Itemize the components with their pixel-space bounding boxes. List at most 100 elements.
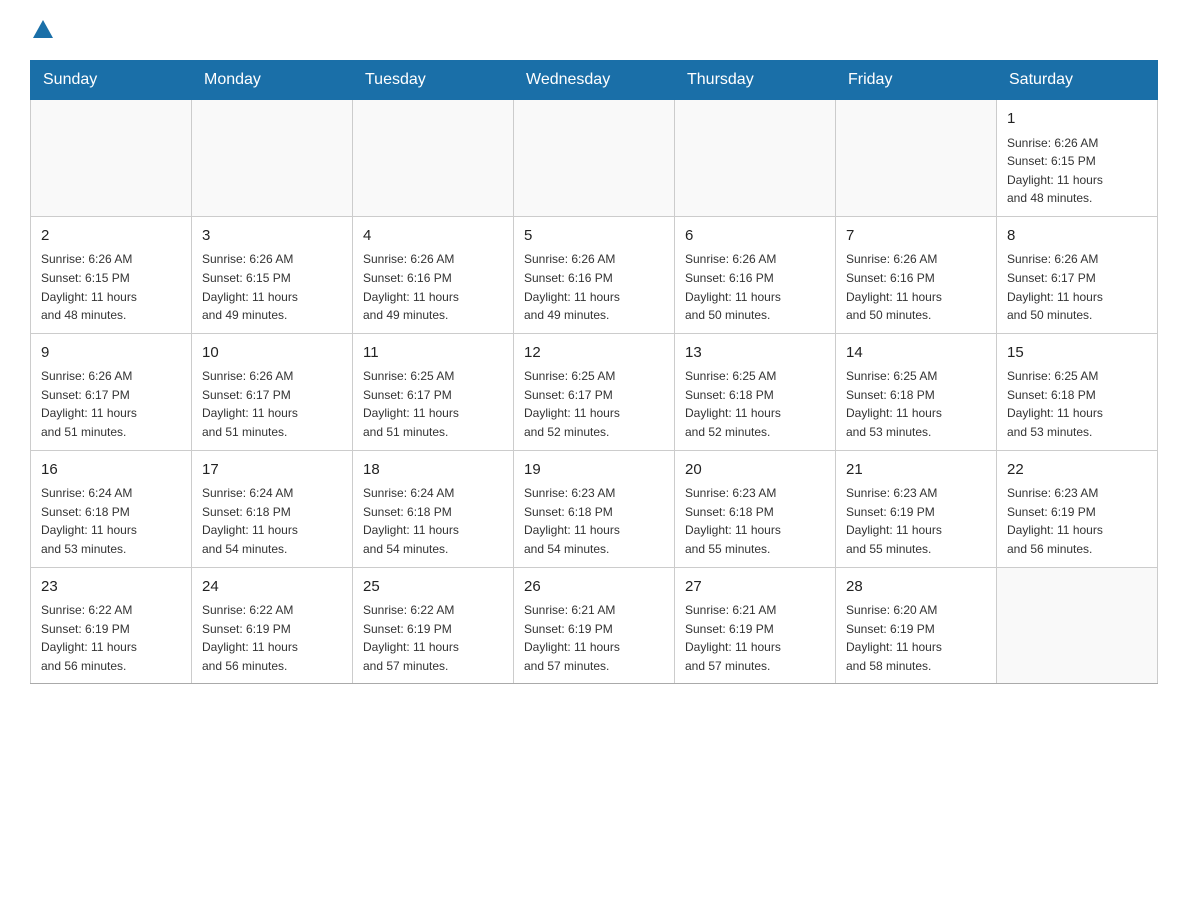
day-number: 12 — [524, 342, 664, 365]
calendar-cell: 11Sunrise: 6:25 AM Sunset: 6:17 PM Dayli… — [353, 333, 514, 450]
calendar-cell: 25Sunrise: 6:22 AM Sunset: 6:19 PM Dayli… — [353, 567, 514, 684]
calendar-header-row: SundayMondayTuesdayWednesdayThursdayFrid… — [31, 61, 1158, 100]
day-number: 25 — [363, 576, 503, 599]
day-of-week-header: Tuesday — [353, 61, 514, 100]
day-info: Sunrise: 6:26 AM Sunset: 6:17 PM Dayligh… — [41, 367, 181, 441]
logo — [30, 20, 55, 40]
day-number: 19 — [524, 459, 664, 482]
day-info: Sunrise: 6:21 AM Sunset: 6:19 PM Dayligh… — [524, 601, 664, 675]
day-number: 28 — [846, 576, 986, 599]
calendar-cell — [836, 100, 997, 217]
day-number: 13 — [685, 342, 825, 365]
day-number: 21 — [846, 459, 986, 482]
day-number: 5 — [524, 225, 664, 248]
day-number: 8 — [1007, 225, 1147, 248]
calendar-cell: 9Sunrise: 6:26 AM Sunset: 6:17 PM Daylig… — [31, 333, 192, 450]
day-info: Sunrise: 6:22 AM Sunset: 6:19 PM Dayligh… — [363, 601, 503, 675]
calendar-cell: 17Sunrise: 6:24 AM Sunset: 6:18 PM Dayli… — [192, 450, 353, 567]
calendar-cell: 16Sunrise: 6:24 AM Sunset: 6:18 PM Dayli… — [31, 450, 192, 567]
calendar-cell — [675, 100, 836, 217]
day-info: Sunrise: 6:26 AM Sunset: 6:16 PM Dayligh… — [363, 250, 503, 324]
day-number: 4 — [363, 225, 503, 248]
calendar-week-row: 1 Sunrise: 6:26 AM Sunset: 6:15 PM Daylig… — [31, 100, 1158, 217]
day-number: 20 — [685, 459, 825, 482]
day-info: Sunrise: 6:20 AM Sunset: 6:19 PM Dayligh… — [846, 601, 986, 675]
day-number: 18 — [363, 459, 503, 482]
day-number: 7 — [846, 225, 986, 248]
calendar-cell: 19Sunrise: 6:23 AM Sunset: 6:18 PM Dayli… — [514, 450, 675, 567]
day-of-week-header: Friday — [836, 61, 997, 100]
day-number: 6 — [685, 225, 825, 248]
day-info: Sunrise: 6:25 AM Sunset: 6:17 PM Dayligh… — [363, 367, 503, 441]
calendar-week-row: 9Sunrise: 6:26 AM Sunset: 6:17 PM Daylig… — [31, 333, 1158, 450]
day-info: Sunrise: 6:24 AM Sunset: 6:18 PM Dayligh… — [202, 484, 342, 558]
day-info: Sunrise: 6:22 AM Sunset: 6:19 PM Dayligh… — [41, 601, 181, 675]
day-info: Sunrise: 6:25 AM Sunset: 6:18 PM Dayligh… — [685, 367, 825, 441]
day-number: 27 — [685, 576, 825, 599]
day-info: Sunrise: 6:23 AM Sunset: 6:19 PM Dayligh… — [1007, 484, 1147, 558]
calendar-cell: 24Sunrise: 6:22 AM Sunset: 6:19 PM Dayli… — [192, 567, 353, 684]
day-number: 23 — [41, 576, 181, 599]
day-info: Sunrise: 6:22 AM Sunset: 6:19 PM Dayligh… — [202, 601, 342, 675]
day-of-week-header: Wednesday — [514, 61, 675, 100]
calendar-cell: 14Sunrise: 6:25 AM Sunset: 6:18 PM Dayli… — [836, 333, 997, 450]
day-info: Sunrise: 6:26 AM Sunset: 6:16 PM Dayligh… — [685, 250, 825, 324]
calendar-cell: 4Sunrise: 6:26 AM Sunset: 6:16 PM Daylig… — [353, 216, 514, 333]
calendar-cell: 15Sunrise: 6:25 AM Sunset: 6:18 PM Dayli… — [997, 333, 1158, 450]
calendar-cell: 8Sunrise: 6:26 AM Sunset: 6:17 PM Daylig… — [997, 216, 1158, 333]
day-number: 2 — [41, 225, 181, 248]
day-info: Sunrise: 6:24 AM Sunset: 6:18 PM Dayligh… — [41, 484, 181, 558]
day-number: 1 — [1007, 108, 1147, 131]
day-info: Sunrise: 6:26 AM Sunset: 6:16 PM Dayligh… — [846, 250, 986, 324]
calendar-cell: 13Sunrise: 6:25 AM Sunset: 6:18 PM Dayli… — [675, 333, 836, 450]
day-number: 15 — [1007, 342, 1147, 365]
day-number: 10 — [202, 342, 342, 365]
day-number: 14 — [846, 342, 986, 365]
calendar-week-row: 16Sunrise: 6:24 AM Sunset: 6:18 PM Dayli… — [31, 450, 1158, 567]
day-number: 16 — [41, 459, 181, 482]
calendar-cell: 20Sunrise: 6:23 AM Sunset: 6:18 PM Dayli… — [675, 450, 836, 567]
calendar-cell — [31, 100, 192, 217]
day-of-week-header: Saturday — [997, 61, 1158, 100]
calendar-cell: 5Sunrise: 6:26 AM Sunset: 6:16 PM Daylig… — [514, 216, 675, 333]
day-number: 22 — [1007, 459, 1147, 482]
calendar-cell — [514, 100, 675, 217]
calendar-cell: 3Sunrise: 6:26 AM Sunset: 6:15 PM Daylig… — [192, 216, 353, 333]
day-of-week-header: Monday — [192, 61, 353, 100]
day-info: Sunrise: 6:26 AM Sunset: 6:16 PM Dayligh… — [524, 250, 664, 324]
day-info: Sunrise: 6:23 AM Sunset: 6:18 PM Dayligh… — [685, 484, 825, 558]
logo-triangle-icon — [33, 20, 53, 38]
day-of-week-header: Sunday — [31, 61, 192, 100]
calendar-cell — [997, 567, 1158, 684]
day-number: 9 — [41, 342, 181, 365]
day-number: 17 — [202, 459, 342, 482]
day-number: 24 — [202, 576, 342, 599]
calendar-cell: 1 Sunrise: 6:26 AM Sunset: 6:15 PM Daylig… — [997, 100, 1158, 217]
day-info: Sunrise: 6:26 AM Sunset: 6:15 PM Dayligh… — [41, 250, 181, 324]
calendar-cell: 12Sunrise: 6:25 AM Sunset: 6:17 PM Dayli… — [514, 333, 675, 450]
calendar-cell: 21Sunrise: 6:23 AM Sunset: 6:19 PM Dayli… — [836, 450, 997, 567]
calendar-cell: 10Sunrise: 6:26 AM Sunset: 6:17 PM Dayli… — [192, 333, 353, 450]
calendar-cell — [192, 100, 353, 217]
calendar-cell: 23Sunrise: 6:22 AM Sunset: 6:19 PM Dayli… — [31, 567, 192, 684]
day-info: Sunrise: 6:26 AM Sunset: 6:15 PM Dayligh… — [1007, 134, 1147, 208]
calendar-cell: 7Sunrise: 6:26 AM Sunset: 6:16 PM Daylig… — [836, 216, 997, 333]
day-info: Sunrise: 6:26 AM Sunset: 6:17 PM Dayligh… — [202, 367, 342, 441]
day-info: Sunrise: 6:25 AM Sunset: 6:17 PM Dayligh… — [524, 367, 664, 441]
calendar-week-row: 23Sunrise: 6:22 AM Sunset: 6:19 PM Dayli… — [31, 567, 1158, 684]
day-info: Sunrise: 6:26 AM Sunset: 6:15 PM Dayligh… — [202, 250, 342, 324]
day-number: 11 — [363, 342, 503, 365]
calendar-table: SundayMondayTuesdayWednesdayThursdayFrid… — [30, 60, 1158, 684]
calendar-cell: 28Sunrise: 6:20 AM Sunset: 6:19 PM Dayli… — [836, 567, 997, 684]
calendar-cell: 22Sunrise: 6:23 AM Sunset: 6:19 PM Dayli… — [997, 450, 1158, 567]
day-info: Sunrise: 6:23 AM Sunset: 6:19 PM Dayligh… — [846, 484, 986, 558]
day-info: Sunrise: 6:25 AM Sunset: 6:18 PM Dayligh… — [846, 367, 986, 441]
day-info: Sunrise: 6:26 AM Sunset: 6:17 PM Dayligh… — [1007, 250, 1147, 324]
day-info: Sunrise: 6:25 AM Sunset: 6:18 PM Dayligh… — [1007, 367, 1147, 441]
calendar-cell: 18Sunrise: 6:24 AM Sunset: 6:18 PM Dayli… — [353, 450, 514, 567]
day-info: Sunrise: 6:21 AM Sunset: 6:19 PM Dayligh… — [685, 601, 825, 675]
calendar-week-row: 2Sunrise: 6:26 AM Sunset: 6:15 PM Daylig… — [31, 216, 1158, 333]
calendar-cell: 6Sunrise: 6:26 AM Sunset: 6:16 PM Daylig… — [675, 216, 836, 333]
calendar-cell: 26Sunrise: 6:21 AM Sunset: 6:19 PM Dayli… — [514, 567, 675, 684]
calendar-cell: 27Sunrise: 6:21 AM Sunset: 6:19 PM Dayli… — [675, 567, 836, 684]
